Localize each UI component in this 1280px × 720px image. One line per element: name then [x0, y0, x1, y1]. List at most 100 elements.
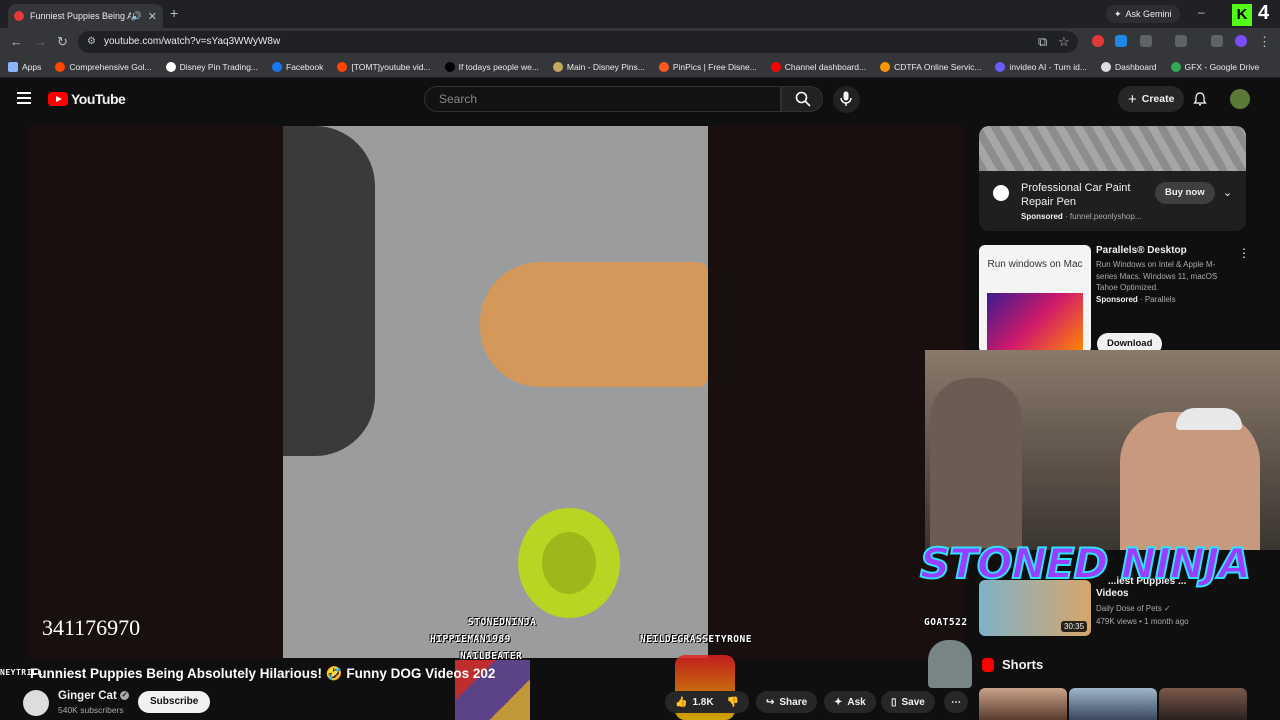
microphone-icon — [840, 91, 852, 106]
browser-tab[interactable]: Funniest Puppies Being Ab... 🔊 ✕ — [8, 4, 163, 28]
thumbs-down-icon[interactable]: 👎 — [727, 697, 739, 708]
short-thumbnail[interactable] — [979, 688, 1067, 720]
channel-name[interactable]: Ginger Cat ✓ — [58, 690, 129, 702]
bookmark-item[interactable]: invideo AI - Turn id... — [995, 61, 1087, 72]
voice-search-button[interactable] — [833, 86, 860, 113]
bookmark-item[interactable]: Disney Pin Trading... — [165, 61, 258, 72]
sidepanel-icon[interactable] — [1175, 35, 1187, 47]
bookmark-label: invideo AI - Turn id... — [1009, 61, 1087, 72]
bookmark-item[interactable]: [TOMT]youtube vid... — [337, 61, 431, 72]
ad-thumbnail[interactable]: Run windows on Mac — [979, 245, 1091, 353]
ask-button[interactable]: ✦ Ask — [824, 691, 876, 713]
install-app-icon[interactable]: ⧉ — [1038, 34, 1047, 50]
bookmark-item[interactable]: CDTFA Online Servic... — [880, 61, 982, 72]
bookmark-label: Channel dashboard... — [784, 61, 867, 72]
bookmark-label: GFX - Google Drive — [1184, 61, 1260, 72]
bookmark-label: Comprehensive Gol... — [69, 61, 152, 72]
globe-icon — [165, 61, 176, 72]
ad-image-caption: Run windows on Mac — [987, 259, 1083, 270]
bookmark-label: CDTFA Online Servic... — [894, 61, 982, 72]
webcam-person-right — [1120, 412, 1260, 550]
related-video-title[interactable]: Videos — [1096, 588, 1129, 599]
subscribe-button[interactable]: Subscribe — [138, 691, 211, 713]
short-thumbnail[interactable] — [1159, 688, 1247, 720]
search-input[interactable]: Search — [424, 86, 781, 112]
extensions-puzzle-icon[interactable] — [1140, 35, 1152, 47]
video-puppy — [480, 262, 708, 387]
search-icon — [795, 91, 811, 107]
site-info-icon[interactable]: ⚙ — [87, 31, 96, 53]
bookmark-label: Dashboard — [1114, 61, 1157, 72]
subscriber-count: 540K subscribers — [58, 705, 124, 715]
youtube-icon — [770, 61, 781, 72]
ad-description: Run Windows on Intel & Apple M-series Ma… — [1096, 260, 1218, 292]
bookmark-item[interactable]: Main - Disney Pins... — [552, 61, 645, 72]
ad-advertiser: Parallels — [1144, 295, 1176, 304]
more-actions-button[interactable]: ⋯ — [944, 691, 968, 713]
search-button[interactable] — [781, 86, 823, 112]
bookmark-item[interactable]: Dashboard — [1100, 61, 1157, 72]
like-dislike-button[interactable]: 👍 1.8K 👎 — [665, 691, 750, 713]
url-text: youtube.com/watch?v=sYaq3WWyW8w — [104, 36, 281, 47]
bookmark-item[interactable]: Apps — [8, 61, 42, 72]
overlay-viewer-name: GOAT522 — [924, 617, 968, 628]
overlay-viewer-name: HIPPIEMAN1989 — [430, 634, 511, 645]
bookmark-label: Main - Disney Pins... — [566, 61, 645, 72]
drive-icon — [1170, 61, 1181, 72]
account-avatar[interactable] — [1230, 89, 1250, 109]
ad-title[interactable]: Professional Car Paint Repair Pen — [1021, 181, 1151, 209]
buy-now-button[interactable]: Buy now — [1155, 182, 1215, 204]
chevron-down-icon[interactable]: ⌄ — [1223, 186, 1232, 199]
youtube-logo[interactable]: YouTube — [48, 91, 126, 107]
related-video-meta: 479K views • 1 month ago — [1096, 617, 1189, 626]
address-bar[interactable]: ⚙ youtube.com/watch?v=sYaq3WWyW8w — [78, 31, 1078, 53]
reload-icon[interactable]: ↻ — [57, 34, 68, 50]
bookmark-star-icon[interactable]: ☆ — [1058, 34, 1070, 50]
youtube-header: YouTube Search + Create — [0, 78, 1280, 122]
bookmark-item[interactable]: GFX - Google Drive — [1170, 61, 1260, 72]
overlay-avatar-sprite — [928, 640, 972, 688]
tab-audio-icon[interactable]: 🔊 — [131, 11, 142, 22]
more-vertical-icon[interactable]: ⋮ — [1238, 246, 1250, 260]
bookmark-item[interactable]: Channel dashboard... — [770, 61, 867, 72]
advertiser-logo — [993, 185, 1009, 201]
more-horizontal-icon: ⋯ — [951, 696, 961, 708]
ask-gemini-button[interactable]: ✦ Ask Gemini — [1106, 5, 1180, 23]
back-arrow-icon[interactable]: ← — [10, 34, 23, 49]
ask-gemini-label: Ask Gemini — [1125, 9, 1172, 19]
menu-kebab-icon[interactable]: ⋮ — [1258, 34, 1271, 50]
reddit-icon — [337, 61, 348, 72]
like-count: 1.8K — [692, 696, 714, 708]
new-tab-button[interactable]: + — [170, 5, 178, 21]
bookmark-item[interactable]: Facebook — [272, 61, 323, 72]
extension-blue-icon[interactable] — [1115, 35, 1127, 47]
tiktok-icon — [444, 61, 455, 72]
share-button[interactable]: ↪ Share — [756, 691, 818, 713]
bookmarks-bar: Apps Comprehensive Gol... Disney Pin Tradi… — [0, 56, 1280, 78]
bookmark-item[interactable]: PinPics | Free Disne... — [658, 61, 757, 72]
reading-list-icon[interactable] — [1211, 35, 1223, 47]
verified-check-icon: ✓ — [120, 691, 129, 701]
hamburger-menu-icon[interactable] — [17, 92, 31, 104]
notifications-bell-icon[interactable] — [1193, 92, 1207, 106]
share-arrow-icon: ↪ — [766, 696, 775, 708]
forward-arrow-icon[interactable]: → — [34, 34, 47, 49]
ad-title[interactable]: Parallels® Desktop — [1096, 245, 1187, 256]
tab-close-icon[interactable]: ✕ — [148, 10, 157, 23]
create-button[interactable]: + Create — [1118, 86, 1185, 112]
bookmark-label: PinPics | Free Disne... — [672, 61, 757, 72]
video-kettle-object — [283, 126, 375, 456]
bookmark-item[interactable]: Comprehensive Gol... — [55, 61, 152, 72]
bookmark-label: Apps — [22, 61, 42, 72]
browser-tab-bar: Funniest Puppies Being Ab... 🔊 ✕ + ✦ Ask… — [0, 0, 1280, 28]
profile-icon[interactable] — [1235, 35, 1247, 47]
reddit-icon — [55, 61, 66, 72]
short-thumbnail[interactable] — [1069, 688, 1157, 720]
related-video-channel[interactable]: Daily Dose of Pets ✓ — [1096, 604, 1171, 613]
apps-icon — [8, 61, 18, 72]
bookmark-item[interactable]: If todays people we... — [444, 61, 539, 72]
channel-avatar[interactable] — [23, 690, 49, 716]
save-button[interactable]: ▯ Save — [881, 691, 935, 713]
window-minimize-button[interactable]: – — [1198, 5, 1205, 19]
extension-red-icon[interactable] — [1092, 35, 1104, 47]
